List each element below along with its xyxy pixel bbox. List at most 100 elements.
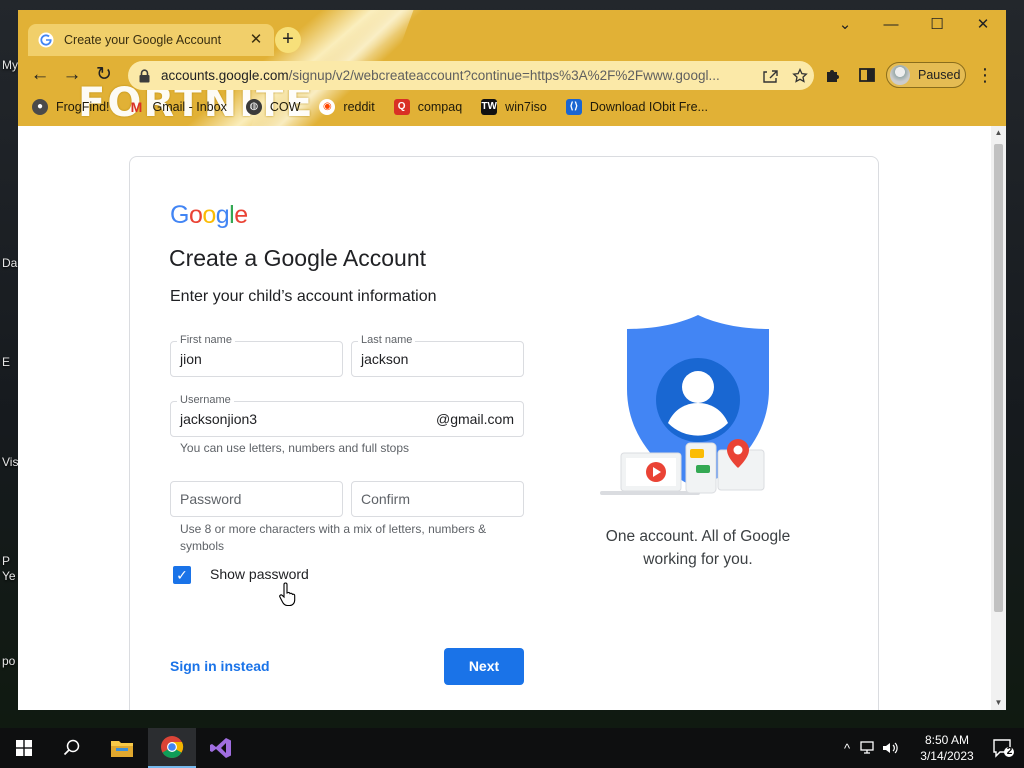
last-name-field[interactable]: Last name jackson <box>351 334 524 377</box>
system-tray: ^ <box>838 728 900 768</box>
chrome-icon <box>161 736 184 758</box>
bookmark-label: FrogFind! <box>56 100 110 114</box>
desktop-icon-label[interactable]: po <box>2 654 15 668</box>
show-password-checkbox[interactable]: ✓ <box>173 566 191 584</box>
password-field[interactable]: Password <box>170 481 343 517</box>
chrome-taskbar-button[interactable] <box>148 728 196 768</box>
tab-close-icon[interactable]: ✕ <box>248 32 264 48</box>
reddit-icon: ◉ <box>319 99 336 115</box>
signup-card: Google Create a Google Account Enter you… <box>129 156 879 710</box>
confirm-placeholder: Confirm <box>361 491 411 507</box>
bookmark-iobit[interactable]: ⟨⟩ Download IObit Fre... <box>565 99 708 115</box>
lock-icon[interactable] <box>138 68 151 83</box>
profile-button[interactable]: Paused <box>886 62 966 88</box>
password-placeholder: Password <box>180 491 242 507</box>
first-name-field[interactable]: First name jion <box>170 334 343 377</box>
desktop-icon-label[interactable]: Ye <box>2 569 16 583</box>
close-window-button[interactable]: ✕ <box>960 10 1006 40</box>
notification-center-button[interactable]: 2 <box>992 738 1014 758</box>
search-icon: Q <box>393 99 410 115</box>
menu-kebab-icon[interactable]: ⋮ <box>972 62 998 88</box>
scroll-thumb[interactable] <box>994 144 1003 612</box>
first-name-label: First name <box>177 334 235 346</box>
desktop-icon-label[interactable]: P <box>2 554 10 568</box>
bookmark-reddit[interactable]: ◉ reddit <box>319 99 375 115</box>
desktop-icon-label[interactable]: Vis <box>2 455 18 469</box>
gmail-suffix: @gmail.com <box>435 411 514 427</box>
reload-button[interactable]: ↻ <box>91 62 117 88</box>
confirm-password-field[interactable]: Confirm <box>351 481 524 517</box>
frog-icon: ● <box>32 99 48 115</box>
bookmark-star-icon[interactable] <box>786 67 814 84</box>
bookmark-label: COW <box>269 100 301 114</box>
tw-icon: TW <box>481 99 498 115</box>
desktop-icon-label[interactable]: My <box>2 58 18 72</box>
address-bar[interactable]: accounts.google.com/signup/v2/webcreatea… <box>128 61 814 90</box>
bookmark-label: Gmail - Inbox <box>152 100 227 114</box>
page-content: Google Create a Google Account Enter you… <box>18 126 1006 710</box>
show-password-label[interactable]: Show password <box>210 566 309 582</box>
browser-frame: FORTNITE Create your Google Account ✕ + … <box>18 10 1006 126</box>
bookmark-cow[interactable]: ◍ COW <box>245 99 301 115</box>
vertical-scrollbar[interactable]: ▲ ▼ <box>991 126 1006 710</box>
visual-studio-icon <box>210 738 231 758</box>
avatar <box>890 65 910 85</box>
google-favicon-icon <box>38 32 54 48</box>
next-button[interactable]: Next <box>444 648 524 685</box>
hand-cursor-icon <box>279 582 296 607</box>
tab-create-account[interactable]: Create your Google Account ✕ <box>28 24 274 56</box>
windows-icon <box>16 740 32 756</box>
username-value: jacksonjion3 <box>180 411 258 427</box>
volume-icon[interactable] <box>882 741 900 755</box>
search-button[interactable] <box>48 728 96 768</box>
folder-icon <box>111 741 133 757</box>
scroll-down-icon[interactable]: ▼ <box>991 696 1006 710</box>
google-logo: Google <box>170 201 248 229</box>
profile-status-label: Paused <box>918 68 961 82</box>
bookmark-compaq[interactable]: Q compaq <box>393 99 463 115</box>
username-field[interactable]: Username jacksonjion3 @gmail.com <box>170 394 524 437</box>
username-label: Username <box>177 394 234 406</box>
url-host: accounts.google.com <box>161 68 289 83</box>
search-icon <box>63 739 80 756</box>
minimize-button[interactable]: — <box>868 10 914 40</box>
start-button[interactable] <box>0 728 48 768</box>
taskbar: ^ 8:50 AM 3/14/2023 2 <box>0 728 1024 768</box>
back-button[interactable]: ← <box>27 62 53 88</box>
iobit-icon: ⟨⟩ <box>565 99 582 115</box>
clock-date: 3/14/2023 <box>920 749 974 763</box>
share-icon[interactable] <box>758 68 786 84</box>
bookmark-label: win7iso <box>505 100 547 114</box>
globe-icon: ◍ <box>245 99 262 115</box>
page-subtitle: Enter your child’s account information <box>170 288 437 305</box>
notification-count: 2 <box>1006 746 1013 757</box>
bookmark-gmail[interactable]: M Gmail - Inbox <box>129 99 227 115</box>
chevron-up-icon[interactable]: ^ <box>838 741 856 756</box>
network-icon[interactable] <box>860 741 878 755</box>
bookmark-frogfind[interactable]: ● FrogFind! <box>32 99 110 115</box>
system-clock[interactable]: 8:50 AM 3/14/2023 <box>912 732 982 764</box>
page-title: Create a Google Account <box>169 245 426 271</box>
bookmark-label: compaq <box>417 100 463 114</box>
desktop-icon-label[interactable]: E <box>2 355 10 369</box>
gmail-icon: M <box>130 99 143 115</box>
url-text: accounts.google.com/signup/v2/webcreatea… <box>161 68 758 83</box>
bookmark-label: reddit <box>343 100 375 114</box>
new-tab-button[interactable]: + <box>275 27 301 53</box>
first-name-value: jion <box>180 351 202 367</box>
account-shield-illustration <box>600 315 769 495</box>
visual-studio-button[interactable] <box>197 728 245 768</box>
sign-in-instead-link[interactable]: Sign in instead <box>170 658 270 674</box>
scroll-up-icon[interactable]: ▲ <box>991 126 1006 140</box>
side-panel-icon[interactable] <box>858 66 876 84</box>
extensions-icon[interactable] <box>824 66 842 84</box>
username-hint: You can use letters, numbers and full st… <box>180 441 410 455</box>
bookmark-win7iso[interactable]: TW win7iso <box>481 99 547 115</box>
bookmarks-bar: ● FrogFind! M Gmail - Inbox ◍ COW ◉ redd… <box>18 94 1006 120</box>
desktop-icon-label[interactable]: Da <box>2 256 17 270</box>
maximize-button[interactable]: ☐ <box>914 10 960 40</box>
tagline: One account. All of Google working for y… <box>605 528 791 568</box>
file-explorer-button[interactable] <box>98 728 146 768</box>
tab-search-icon[interactable]: ⌄ <box>822 10 868 40</box>
forward-button[interactable]: → <box>59 62 85 88</box>
